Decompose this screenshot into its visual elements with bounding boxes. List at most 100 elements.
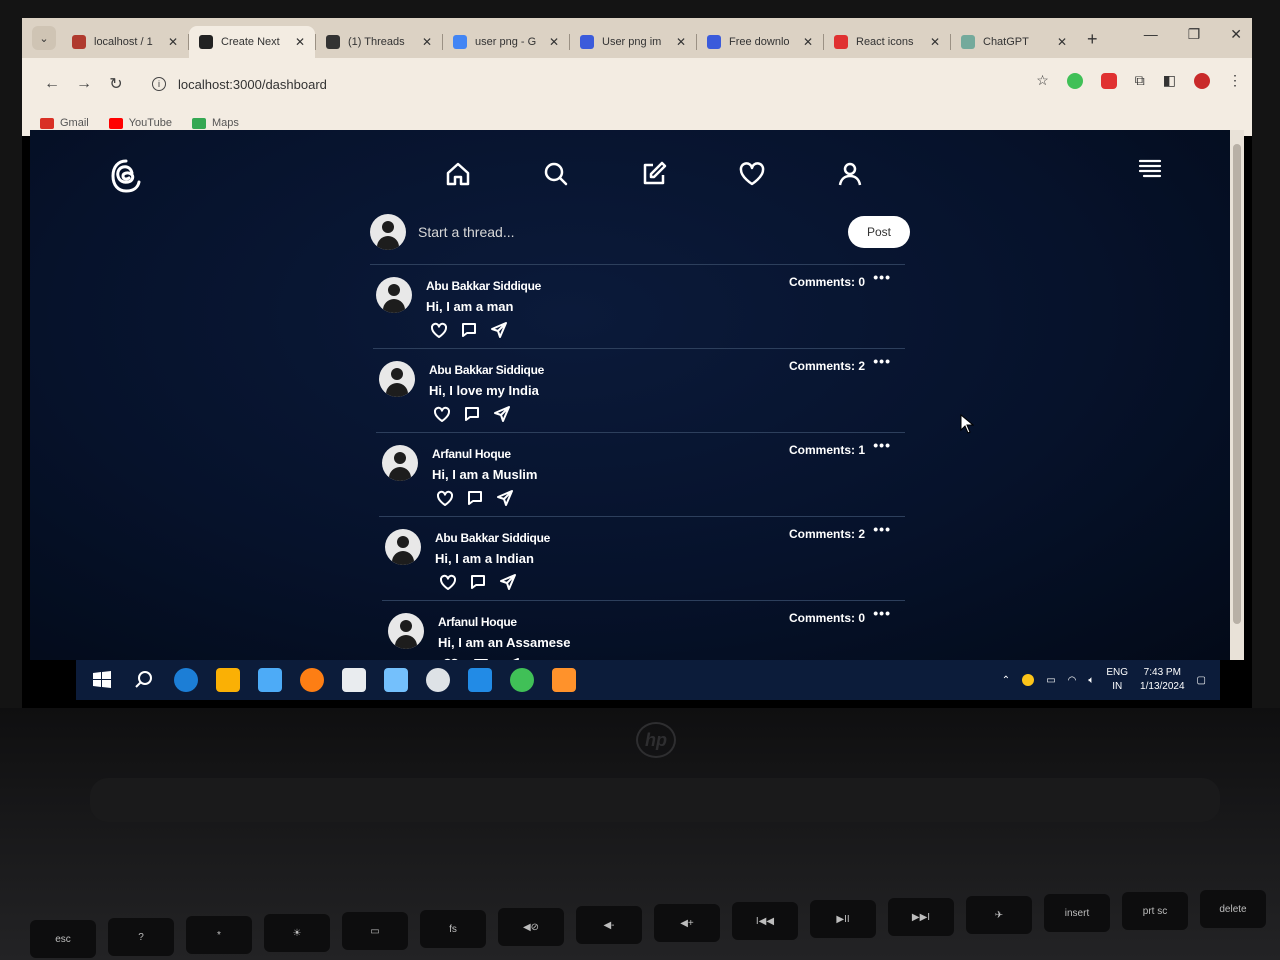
composer-input[interactable]: Start a thread... — [418, 224, 848, 240]
tab-close-icon[interactable]: ✕ — [676, 35, 686, 49]
share-send-icon[interactable] — [499, 573, 517, 591]
store-icon[interactable] — [258, 668, 282, 692]
tab-close-icon[interactable]: ✕ — [803, 35, 813, 49]
post-more-menu[interactable]: ••• — [873, 353, 891, 369]
bookmark-star-icon[interactable]: ☆ — [1036, 72, 1049, 89]
scrollbar-thumb[interactable] — [1233, 144, 1241, 624]
bookmark-item[interactable]: YouTube — [108, 117, 172, 129]
mail-icon[interactable] — [342, 668, 366, 692]
windows-start-icon[interactable] — [90, 668, 114, 692]
tab-search-chevron-icon[interactable]: ⌄ — [32, 26, 56, 50]
like-heart-icon[interactable] — [433, 405, 451, 423]
post-author[interactable]: Abu Bakkar Siddique — [426, 279, 541, 293]
kebab-menu-icon[interactable]: ⋮ — [1228, 72, 1242, 89]
chrome-icon[interactable] — [510, 668, 534, 692]
photos-icon[interactable] — [384, 668, 408, 692]
profile-icon[interactable] — [832, 156, 868, 192]
post-author[interactable]: Abu Bakkar Siddique — [429, 363, 544, 377]
tab-close-icon[interactable]: ✕ — [930, 35, 940, 49]
browser-tab[interactable]: ChatGPT ✕ — [951, 26, 1077, 58]
extension-red-icon[interactable] — [1100, 72, 1117, 89]
hamburger-menu-icon[interactable] — [1138, 158, 1162, 178]
file-explorer-icon[interactable] — [216, 668, 240, 692]
post-avatar[interactable] — [379, 361, 415, 397]
post-more-menu[interactable]: ••• — [873, 521, 891, 537]
bookmark-item[interactable]: Maps — [191, 117, 239, 129]
browser-tab[interactable]: user png - G ✕ — [443, 26, 569, 58]
volume-icon[interactable]: 🔈︎ — [1088, 675, 1094, 686]
address-text[interactable]: localhost:3000/dashboard — [178, 77, 327, 92]
share-send-icon[interactable] — [490, 321, 508, 339]
browser-tab[interactable]: React icons ✕ — [824, 26, 950, 58]
compose-icon[interactable] — [636, 156, 672, 192]
new-tab-button[interactable]: + — [1087, 29, 1098, 50]
firefox-icon[interactable] — [300, 668, 324, 692]
app-circle-icon[interactable] — [426, 668, 450, 692]
tray-chevron-icon[interactable]: ⌃ — [1002, 675, 1010, 686]
home-icon[interactable] — [440, 156, 476, 192]
reload-icon[interactable]: ↻ — [100, 74, 132, 94]
browser-tab[interactable]: localhost / 1 ✕ — [62, 26, 188, 58]
post-actions — [436, 489, 514, 507]
post-avatar[interactable] — [385, 529, 421, 565]
battery-icon[interactable]: ▭ — [1046, 675, 1055, 686]
close-window-button[interactable]: ✕ — [1230, 26, 1242, 43]
share-send-icon[interactable] — [496, 489, 514, 507]
post-author[interactable]: Arfanul Hoque — [432, 447, 511, 461]
profile-avatar-icon[interactable] — [1194, 72, 1210, 89]
tab-close-icon[interactable]: ✕ — [422, 35, 432, 49]
thread-post: Abu Bakkar Siddique Hi, I am a Indian Comm… — [379, 516, 905, 600]
share-send-icon[interactable] — [493, 405, 511, 423]
extension-green-icon[interactable] — [1066, 72, 1083, 89]
comment-icon[interactable] — [463, 405, 481, 423]
comment-icon[interactable] — [469, 573, 487, 591]
minimize-button[interactable]: — — [1144, 26, 1158, 43]
edge-browser-icon[interactable] — [174, 668, 198, 692]
language-indicator[interactable]: ENG IN — [1106, 666, 1128, 694]
side-panel-icon[interactable]: ◧ — [1163, 72, 1176, 89]
tray-app-icon[interactable] — [1022, 674, 1035, 686]
like-heart-icon[interactable] — [430, 321, 448, 339]
comment-icon[interactable] — [460, 321, 478, 339]
post-author[interactable]: Arfanul Hoque — [438, 615, 517, 629]
laptop-hinge — [90, 778, 1220, 822]
post-author[interactable]: Abu Bakkar Siddique — [435, 531, 550, 545]
extensions-puzzle-icon[interactable]: ⧉ — [1135, 72, 1145, 89]
site-info-icon[interactable]: i — [152, 77, 166, 91]
taskbar-search-icon[interactable] — [132, 668, 156, 692]
post-more-menu[interactable]: ••• — [873, 437, 891, 453]
clock[interactable]: 7:43 PM 1/13/2024 — [1140, 666, 1185, 694]
keyboard-key: prt sc — [1122, 892, 1188, 930]
page-scrollbar[interactable] — [1230, 130, 1244, 660]
post-avatar[interactable] — [376, 277, 412, 313]
notification-icon[interactable]: ▢ — [1197, 675, 1206, 686]
tab-close-icon[interactable]: ✕ — [168, 35, 178, 49]
forward-arrow-icon[interactable]: → — [68, 75, 100, 93]
tab-close-icon[interactable]: ✕ — [1057, 35, 1067, 49]
post-avatar[interactable] — [382, 445, 418, 481]
post-button[interactable]: Post — [848, 216, 910, 248]
bookmark-item[interactable]: Gmail — [40, 117, 89, 129]
restore-button[interactable]: ❐ — [1188, 26, 1201, 43]
browser-tab[interactable]: User png im ✕ — [570, 26, 696, 58]
browser-tab[interactable]: Create Next ✕ — [189, 26, 315, 58]
search-icon[interactable] — [538, 156, 574, 192]
browser-tab[interactable]: (1) Threads ✕ — [316, 26, 442, 58]
vscode-icon[interactable] — [468, 668, 492, 692]
browser-tab[interactable]: Free downlo ✕ — [697, 26, 823, 58]
comment-icon[interactable] — [466, 489, 484, 507]
post-avatar[interactable] — [388, 613, 424, 649]
like-heart-icon[interactable] — [439, 573, 457, 591]
like-heart-icon[interactable] — [436, 489, 454, 507]
wifi-icon[interactable]: ◠ — [1068, 675, 1077, 686]
heart-icon[interactable] — [734, 156, 770, 192]
address-bar[interactable]: i localhost:3000/dashboard — [140, 68, 1000, 100]
app-orange-icon[interactable] — [552, 668, 576, 692]
post-more-menu[interactable]: ••• — [873, 605, 891, 621]
mouse-cursor-icon — [960, 414, 974, 434]
post-more-menu[interactable]: ••• — [873, 269, 891, 285]
tab-close-icon[interactable]: ✕ — [549, 35, 559, 49]
tab-close-icon[interactable]: ✕ — [295, 35, 305, 49]
back-arrow-icon[interactable]: ← — [36, 75, 68, 93]
threads-logo-icon[interactable] — [110, 158, 142, 194]
